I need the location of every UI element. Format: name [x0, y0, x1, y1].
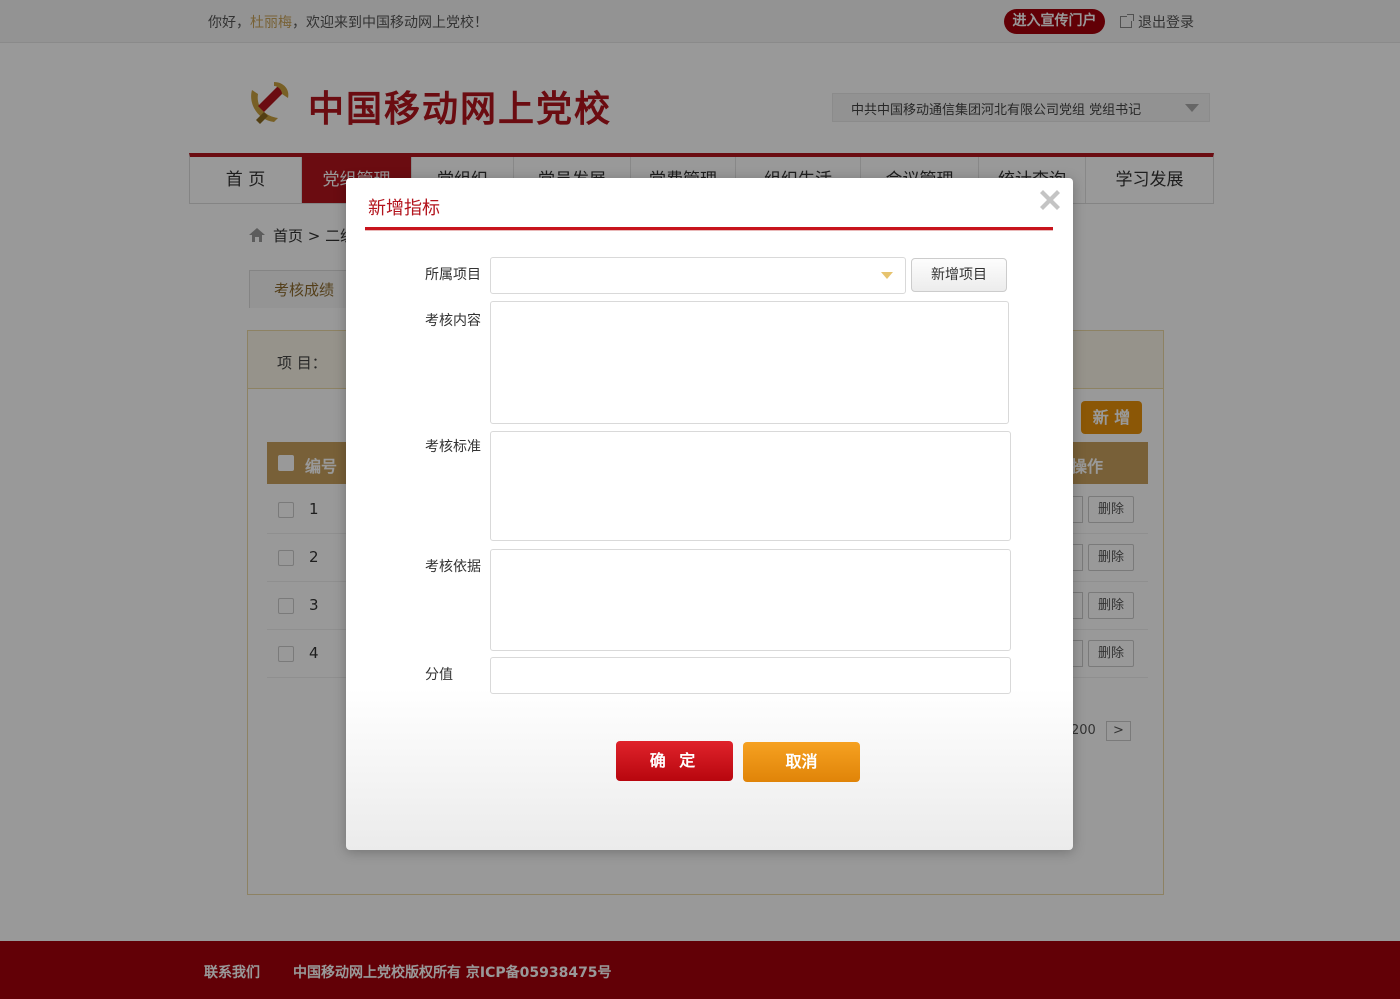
add-project-button[interactable]: 新增项目 — [911, 258, 1007, 292]
basis-textarea[interactable] — [491, 550, 1010, 650]
dialog-title: 新增指标 — [368, 198, 440, 219]
score-input-box — [490, 657, 1011, 694]
content-textarea[interactable] — [491, 302, 1008, 423]
basis-label: 考核依据 — [425, 559, 481, 575]
chevron-down-icon — [881, 272, 893, 279]
content-label: 考核内容 — [425, 313, 481, 329]
standard-label: 考核标准 — [425, 439, 481, 455]
project-label: 所属项目 — [425, 267, 481, 283]
project-select[interactable] — [490, 257, 906, 294]
title-divider — [365, 227, 1053, 231]
standard-textarea[interactable] — [491, 432, 1010, 540]
content-textarea-box — [490, 301, 1009, 424]
cancel-button[interactable]: 取消 — [743, 742, 860, 782]
confirm-button[interactable]: 确 定 — [616, 741, 733, 781]
standard-textarea-box — [490, 431, 1011, 541]
score-input[interactable] — [491, 658, 1010, 693]
close-icon[interactable] — [1036, 186, 1064, 214]
basis-textarea-box — [490, 549, 1011, 651]
add-indicator-dialog: 新增指标 所属项目 新增项目 考核内容 考核标准 考核依据 分值 确 定 取消 — [346, 178, 1073, 850]
score-label: 分值 — [425, 667, 453, 683]
